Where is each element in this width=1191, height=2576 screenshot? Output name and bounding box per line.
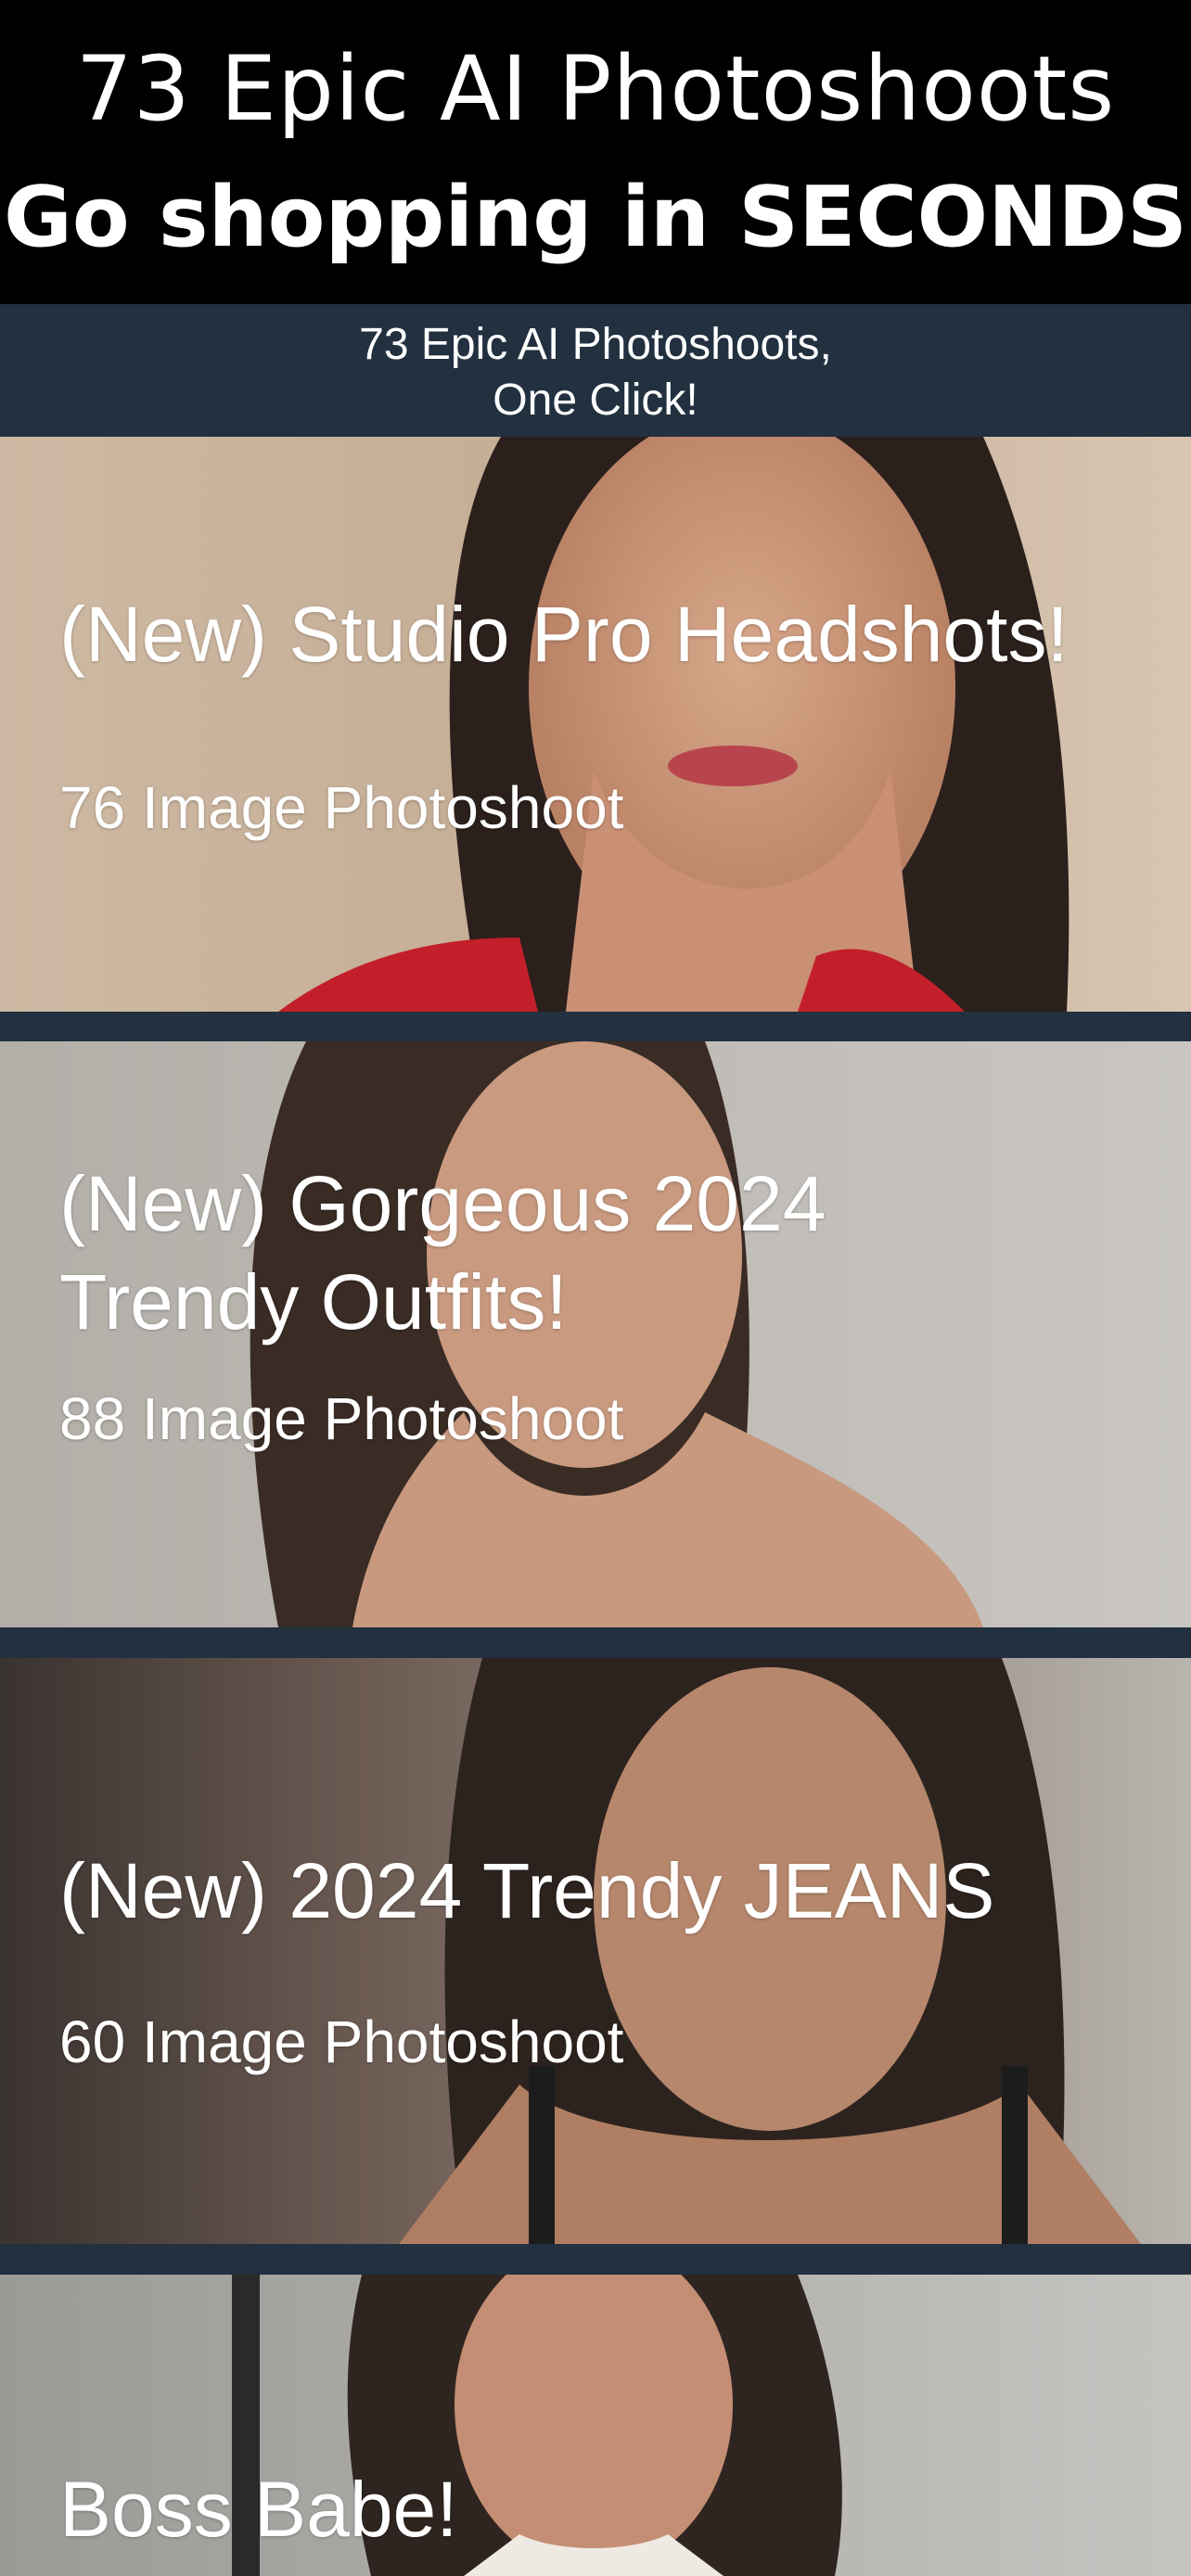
card-photo <box>0 1658 1191 2244</box>
photoshoot-card-boss-babe[interactable]: Boss Babe! <box>0 2275 1191 2576</box>
card-title: (New) 2024 Trendy JEANS <box>59 1847 995 1934</box>
photoshoot-card-trendy-jeans[interactable]: (New) 2024 Trendy JEANS 60 Image Photosh… <box>0 1658 1191 2244</box>
subheader-line-2: One Click! <box>493 376 698 425</box>
photoshoot-card-studio-headshots[interactable]: (New) Studio Pro Headshots! 76 Image Pho… <box>0 437 1191 1012</box>
promo-headline: 73 Epic AI Photoshoots <box>75 37 1116 141</box>
card-title: (New) Gorgeous 2024 Trendy Outfits! <box>59 1160 826 1345</box>
card-subtitle: 76 Image Photoshoot <box>59 774 624 841</box>
promo-tagline: Go shopping in SECONDS <box>4 169 1187 266</box>
card-subtitle: 88 Image Photoshoot <box>59 1385 624 1452</box>
subheader-line-1: 73 Epic AI Photoshoots, <box>359 320 832 369</box>
promo-banner: 73 Epic AI Photoshoots Go shopping in SE… <box>0 0 1191 304</box>
card-title: (New) Studio Pro Headshots! <box>59 591 1069 678</box>
card-subtitle: 60 Image Photoshoot <box>59 2009 624 2075</box>
page-subheader: 73 Epic AI Photoshoots, One Click! <box>0 304 1191 437</box>
photoshoot-card-trendy-outfits[interactable]: (New) Gorgeous 2024 Trendy Outfits! 88 I… <box>0 1041 1191 1627</box>
card-photo <box>0 437 1191 1012</box>
card-title: Boss Babe! <box>59 2466 458 2553</box>
